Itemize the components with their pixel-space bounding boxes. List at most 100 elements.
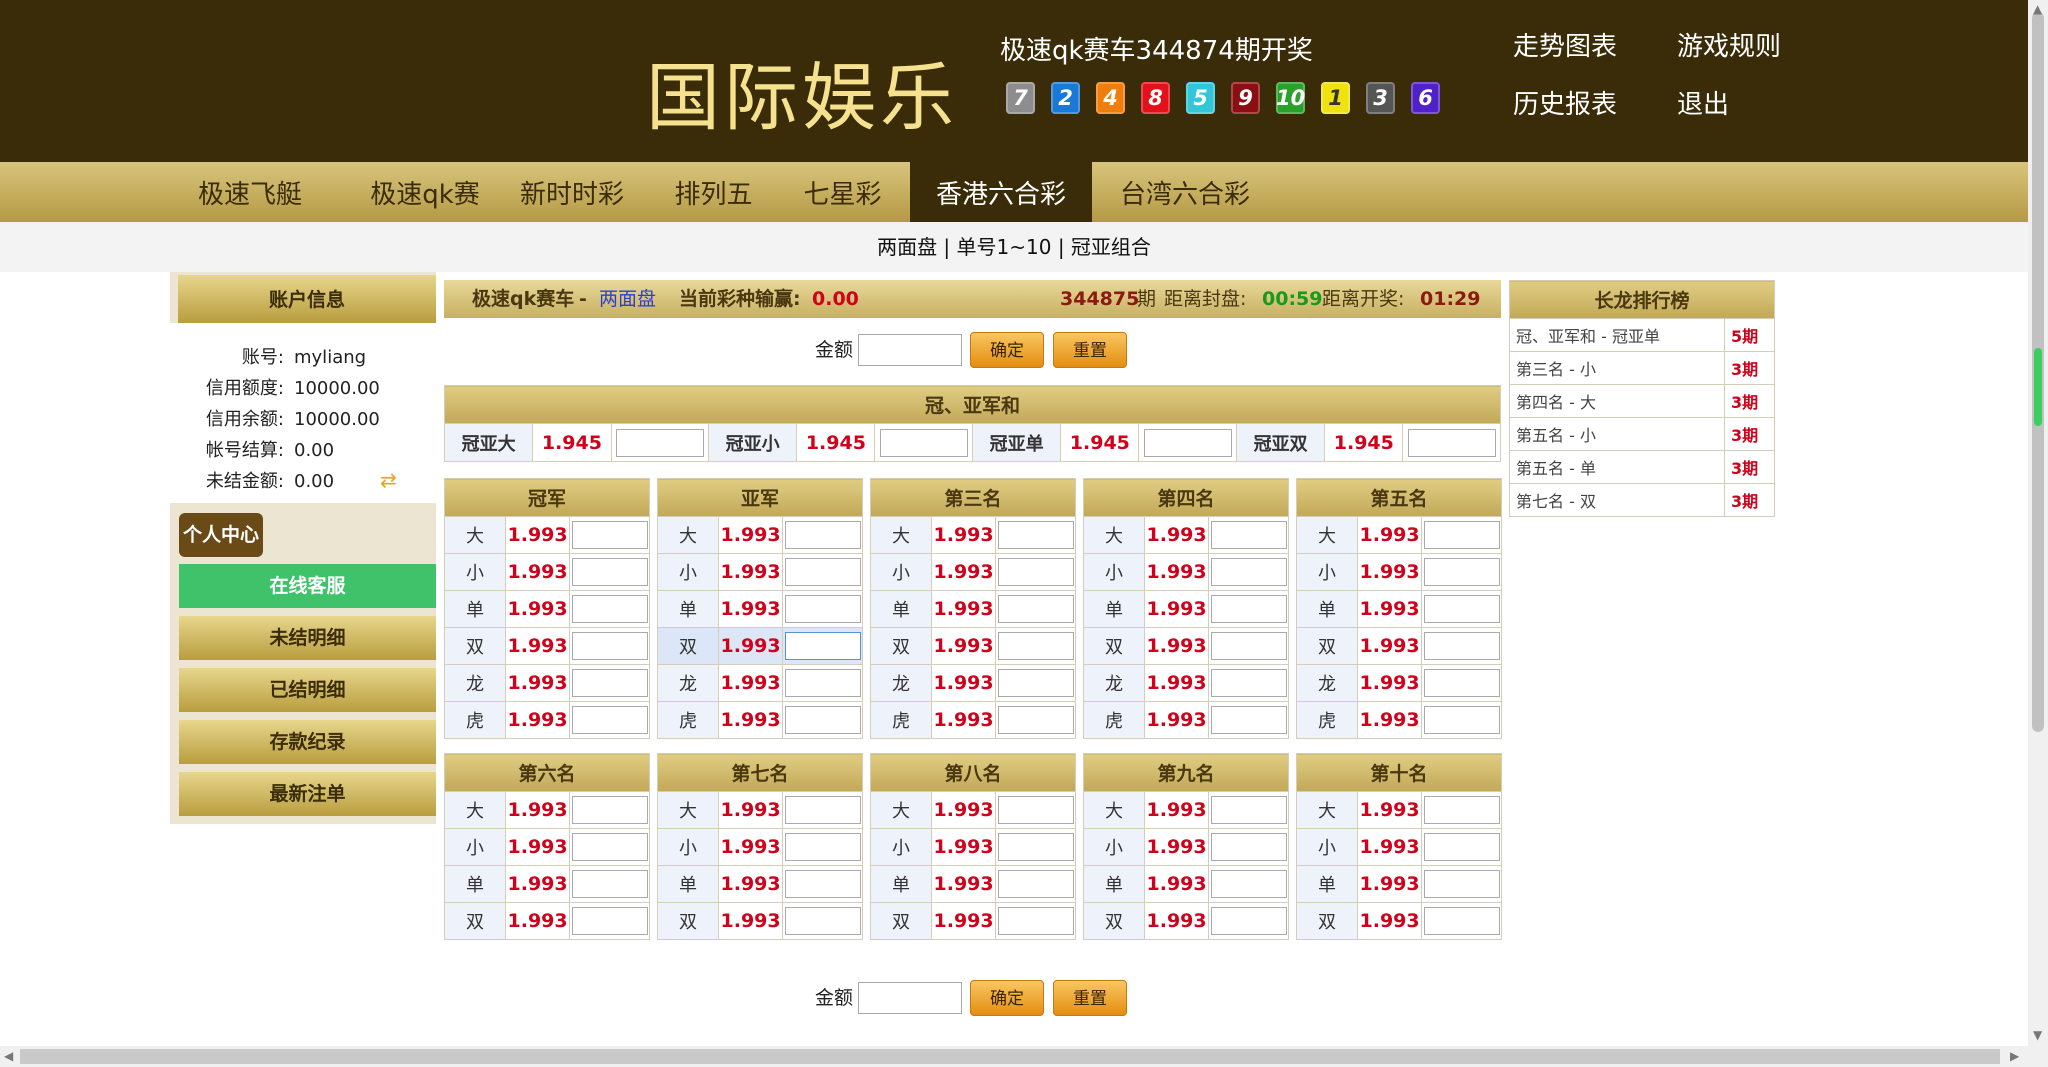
bet-amount-input[interactable] <box>571 833 648 861</box>
refresh-icon[interactable]: ⇄ <box>380 470 400 490</box>
unsettled-detail-button[interactable]: 未结明细 <box>179 616 436 660</box>
game-rules-link[interactable]: 游戏规则 <box>1677 26 1781 63</box>
bet-amount-input[interactable] <box>997 796 1074 824</box>
bet-amount-input[interactable] <box>997 870 1074 898</box>
account-info-title: 账户信息 <box>178 275 436 323</box>
bet-amount-cell <box>995 627 1076 665</box>
amount-input[interactable] <box>858 334 962 366</box>
subnav-item[interactable]: 冠亚组合 <box>1071 235 1151 259</box>
scroll-left-arrow-icon[interactable]: ◀ <box>4 1049 13 1063</box>
bet-amount-input[interactable] <box>1423 558 1500 586</box>
logout-link[interactable]: 退出 <box>1677 84 1729 121</box>
bet-amount-input[interactable] <box>1210 706 1287 734</box>
bet-amount-input[interactable] <box>784 632 861 660</box>
confirm-button-bottom[interactable]: 确定 <box>970 980 1044 1016</box>
bet-amount-input[interactable] <box>1210 833 1287 861</box>
bet-amount-input[interactable] <box>571 521 648 549</box>
bet-amount-input[interactable] <box>1210 558 1287 586</box>
nav-tab[interactable]: 极速qk赛 <box>350 162 500 222</box>
bet-amount-input[interactable] <box>1423 796 1500 824</box>
bet-amount-input[interactable] <box>1423 870 1500 898</box>
bet-amount-input[interactable] <box>1423 595 1500 623</box>
bet-amount-input[interactable] <box>784 558 861 586</box>
bet-amount-cell <box>995 791 1076 829</box>
bet-amount-input[interactable] <box>1210 669 1287 697</box>
bet-amount-input[interactable] <box>1210 796 1287 824</box>
bet-amount-input[interactable] <box>784 706 861 734</box>
bet-amount-input[interactable] <box>997 833 1074 861</box>
scroll-indicator <box>2034 348 2042 426</box>
odds-value: 1.993 <box>931 902 997 940</box>
latest-bets-button[interactable]: 最新注单 <box>179 772 436 816</box>
bet-amount-input[interactable] <box>997 595 1074 623</box>
bet-amount-input[interactable] <box>1423 706 1500 734</box>
history-report-link[interactable]: 历史报表 <box>1513 84 1617 121</box>
subnav-item[interactable]: 单号1~10 <box>957 235 1052 259</box>
bet-amount-input[interactable] <box>997 632 1074 660</box>
bet-amount-input[interactable] <box>784 870 861 898</box>
scroll-down-arrow-icon[interactable]: ▼ <box>2033 1028 2042 1042</box>
bet-amount-input[interactable] <box>1210 521 1287 549</box>
bet-amount-input[interactable] <box>571 907 648 935</box>
position-table: 第七名大 1.993 小 1.993 单 1.993 双 1.993 <box>656 753 863 940</box>
mode-link[interactable]: 两面盘 <box>599 280 656 318</box>
bet-option-label: 小 <box>656 553 720 591</box>
nav-tab[interactable]: 七星彩 <box>795 162 890 222</box>
odds-value: 1.993 <box>1357 664 1423 702</box>
personal-center-label: 个人中心 <box>179 513 263 557</box>
amount-input-bottom[interactable] <box>858 982 962 1014</box>
bet-option-label: 双 <box>869 902 933 940</box>
reset-button-bottom[interactable]: 重置 <box>1053 980 1127 1016</box>
bet-amount-input[interactable] <box>1210 632 1287 660</box>
bet-amount-input[interactable] <box>1423 521 1500 549</box>
bet-amount-input[interactable] <box>571 706 648 734</box>
period-number: 344875 <box>1060 288 1140 310</box>
deposit-record-button[interactable]: 存款纪录 <box>179 720 436 764</box>
bet-amount-input[interactable] <box>784 796 861 824</box>
bet-amount-input[interactable] <box>571 796 648 824</box>
nav-tab[interactable]: 台湾六合彩 <box>1110 162 1260 222</box>
nav-tab[interactable]: 排列五 <box>666 162 761 222</box>
nav-tab[interactable]: 新时时彩 <box>507 162 637 222</box>
bet-amount-input[interactable] <box>997 669 1074 697</box>
bet-amount-input[interactable] <box>1423 833 1500 861</box>
bet-amount-input[interactable] <box>784 833 861 861</box>
bet-amount-input[interactable] <box>997 558 1074 586</box>
scroll-up-arrow-icon[interactable]: ▲ <box>2033 2 2042 16</box>
trend-chart-link[interactable]: 走势图表 <box>1513 26 1617 63</box>
scroll-right-arrow-icon[interactable]: ▶ <box>2010 1049 2019 1063</box>
bet-amount-input[interactable] <box>1143 428 1232 457</box>
bet-amount-input[interactable] <box>615 428 704 457</box>
bet-amount-input[interactable] <box>997 706 1074 734</box>
nav-tab[interactable]: 极速飞艇 <box>190 162 310 222</box>
bet-amount-input[interactable] <box>571 595 648 623</box>
bet-amount-input[interactable] <box>784 521 861 549</box>
bet-amount-input[interactable] <box>1423 907 1500 935</box>
confirm-button[interactable]: 确定 <box>970 332 1044 368</box>
bet-amount-input[interactable] <box>1407 428 1496 457</box>
bet-amount-input[interactable] <box>571 870 648 898</box>
bet-amount-input[interactable] <box>997 521 1074 549</box>
bet-amount-input[interactable] <box>571 669 648 697</box>
bet-amount-input[interactable] <box>1210 907 1287 935</box>
nav-tab[interactable]: 香港六合彩 <box>910 162 1092 222</box>
reset-button[interactable]: 重置 <box>1053 332 1127 368</box>
bet-amount-input[interactable] <box>784 669 861 697</box>
bet-amount-input[interactable] <box>1210 595 1287 623</box>
open-countdown: 01:29 <box>1420 288 1481 310</box>
subnav-item[interactable]: 两面盘 <box>877 235 937 259</box>
bet-amount-input[interactable] <box>571 558 648 586</box>
bet-amount-input[interactable] <box>879 428 968 457</box>
bet-amount-input[interactable] <box>571 632 648 660</box>
position-title: 亚军 <box>657 478 863 517</box>
bet-amount-input[interactable] <box>784 907 861 935</box>
bet-amount-input[interactable] <box>1423 632 1500 660</box>
settled-detail-button[interactable]: 已结明细 <box>179 668 436 712</box>
bet-amount-input[interactable] <box>1423 669 1500 697</box>
bet-amount-input[interactable] <box>784 595 861 623</box>
bet-amount-input[interactable] <box>997 907 1074 935</box>
bet-amount-input[interactable] <box>1210 870 1287 898</box>
online-service-button[interactable]: 在线客服 <box>179 564 436 608</box>
bet-option-label: 单 <box>443 590 507 628</box>
horizontal-scroll-thumb[interactable] <box>20 1049 2000 1064</box>
